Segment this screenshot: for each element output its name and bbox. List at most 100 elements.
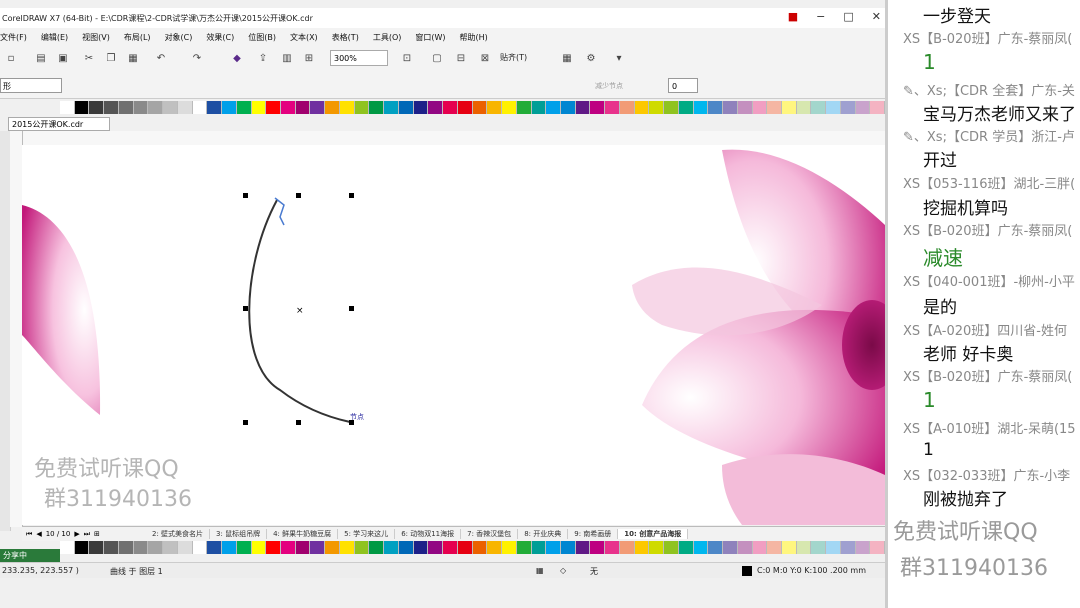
palette-top-swatch[interactable] — [737, 101, 753, 114]
zoom-level-select[interactable]: 300% — [330, 50, 388, 66]
fullscreen-icon[interactable]: ⊡ — [400, 52, 414, 66]
palette-bottom-swatch[interactable] — [457, 541, 473, 554]
palette-bottom-swatch[interactable] — [413, 541, 429, 554]
page-tab[interactable]: 3: 鼠标组吊牌 — [210, 529, 268, 539]
settings-icon[interactable]: ⚙ — [584, 52, 598, 66]
page-tab[interactable]: 8: 开业庆典 — [518, 529, 569, 539]
copy-icon[interactable]: ❐ — [104, 52, 118, 66]
palette-top-swatch[interactable] — [281, 101, 296, 114]
palette-bottom-swatch[interactable] — [796, 541, 812, 554]
menu-item-4[interactable]: 对象(C) — [165, 32, 193, 43]
page-tab[interactable]: 10: 创意产品海报 — [618, 529, 689, 539]
palette-top-swatch[interactable] — [502, 101, 517, 114]
palette-bottom-swatch[interactable] — [266, 541, 282, 554]
menu-item-9[interactable]: 工具(O) — [373, 32, 402, 43]
palette-top-swatch[interactable] — [443, 101, 458, 114]
palette-top-swatch[interactable] — [840, 101, 856, 114]
palette-bottom-swatch[interactable] — [163, 541, 178, 554]
publish-icon[interactable]: ▥ — [280, 52, 294, 66]
shape-select[interactable]: 形 — [0, 78, 62, 93]
palette-top-swatch[interactable] — [398, 101, 414, 114]
palette-top-swatch[interactable] — [472, 101, 488, 114]
palette-bottom-swatch[interactable] — [723, 541, 738, 554]
menu-item-6[interactable]: 位图(B) — [248, 32, 276, 43]
snap-to-button[interactable]: 贴齐(T) — [500, 52, 527, 63]
palette-top-swatch[interactable] — [575, 101, 591, 114]
palette-top-swatch[interactable] — [487, 101, 503, 114]
options-icon[interactable]: ▦ — [560, 52, 574, 66]
palette-top-swatch[interactable] — [354, 101, 370, 114]
grid-icon[interactable]: ⊟ — [454, 52, 468, 66]
palette-top-swatch[interactable] — [457, 101, 473, 114]
palette-top-swatch[interactable] — [619, 101, 635, 114]
node-count-input[interactable]: 0 — [668, 78, 698, 93]
palette-top-swatch[interactable] — [60, 101, 75, 114]
palette-top-swatch[interactable] — [855, 101, 871, 114]
palette-top-swatch[interactable] — [133, 101, 149, 114]
palette-top-swatch[interactable] — [177, 101, 193, 114]
palette-top-swatch[interactable] — [339, 101, 355, 114]
palette-bottom-swatch[interactable] — [870, 541, 885, 554]
palette-bottom-swatch[interactable] — [781, 541, 797, 554]
palette-bottom-swatch[interactable] — [487, 541, 503, 554]
palette-bottom-swatch[interactable] — [310, 541, 326, 554]
palette-top-swatch[interactable] — [649, 101, 665, 114]
palette-top-swatch[interactable] — [369, 101, 385, 114]
palette-bottom-swatch[interactable] — [560, 541, 576, 554]
guidelines-icon[interactable]: ⊠ — [478, 52, 492, 66]
palette-top-swatch[interactable] — [546, 101, 561, 114]
palette-bottom-swatch[interactable] — [236, 541, 252, 554]
save-icon[interactable]: ▣ — [56, 52, 70, 66]
palette-bottom-swatch[interactable] — [398, 541, 414, 554]
palette-bottom-swatch[interactable] — [281, 541, 296, 554]
cut-icon[interactable]: ✂ — [82, 52, 96, 66]
palette-bottom-swatch[interactable] — [693, 541, 709, 554]
palette-bottom-swatch[interactable] — [811, 541, 827, 554]
palette-bottom-swatch[interactable] — [826, 541, 841, 554]
palette-top-swatch[interactable] — [428, 101, 444, 114]
first-page-icon[interactable]: ⏮ — [26, 530, 32, 539]
open-icon[interactable]: ▤ — [34, 52, 48, 66]
palette-bottom-swatch[interactable] — [752, 541, 768, 554]
palette-top-swatch[interactable] — [781, 101, 797, 114]
palette-bottom-swatch[interactable] — [207, 541, 223, 554]
palette-top-swatch[interactable] — [148, 101, 164, 114]
palette-top-swatch[interactable] — [767, 101, 782, 114]
palette-bottom-swatch[interactable] — [104, 541, 119, 554]
palette-bottom-swatch[interactable] — [251, 541, 267, 554]
palette-bottom-swatch[interactable] — [295, 541, 311, 554]
palette-bottom-swatch[interactable] — [428, 541, 444, 554]
palette-bottom-swatch[interactable] — [222, 541, 237, 554]
palette-bottom-swatch[interactable] — [502, 541, 517, 554]
menu-item-8[interactable]: 表格(T) — [332, 32, 359, 43]
last-page-icon[interactable]: ⏭ — [84, 530, 90, 539]
close-icon[interactable]: ✕ — [872, 10, 881, 23]
palette-bottom-swatch[interactable] — [443, 541, 458, 554]
menu-item-5[interactable]: 效果(C) — [206, 32, 234, 43]
menu-item-3[interactable]: 布局(L) — [124, 32, 151, 43]
palette-bottom-swatch[interactable] — [855, 541, 871, 554]
palette-top-swatch[interactable] — [796, 101, 812, 114]
palette-bottom-swatch[interactable] — [472, 541, 488, 554]
palette-top-swatch[interactable] — [826, 101, 841, 114]
page-tab[interactable]: 5: 学习来这儿 — [338, 529, 396, 539]
page-tab[interactable]: 4: 鲜果牛奶糖豆腐 — [267, 529, 339, 539]
palette-top-swatch[interactable] — [118, 101, 134, 114]
palette-top-swatch[interactable] — [251, 101, 267, 114]
palette-bottom-swatch[interactable] — [634, 541, 650, 554]
app-launcher-icon[interactable]: ▾ — [612, 52, 626, 66]
page-tab[interactable]: 6: 动物双11海报 — [395, 529, 462, 539]
palette-top-swatch[interactable] — [310, 101, 326, 114]
palette-bottom-swatch[interactable] — [118, 541, 134, 554]
palette-top-swatch[interactable] — [664, 101, 679, 114]
palette-bottom-swatch[interactable] — [325, 541, 340, 554]
palette-bottom-swatch[interactable] — [590, 541, 606, 554]
palette-bottom-swatch[interactable] — [649, 541, 665, 554]
page-tab[interactable]: 2: 壁式美食名片 — [146, 529, 211, 539]
menu-item-10[interactable]: 窗口(W) — [415, 32, 445, 43]
palette-top-swatch[interactable] — [163, 101, 178, 114]
maximize-icon[interactable]: □ — [843, 10, 853, 23]
palette-top-swatch[interactable] — [516, 101, 532, 114]
palette-top-swatch[interactable] — [723, 101, 738, 114]
palette-top-swatch[interactable] — [295, 101, 311, 114]
